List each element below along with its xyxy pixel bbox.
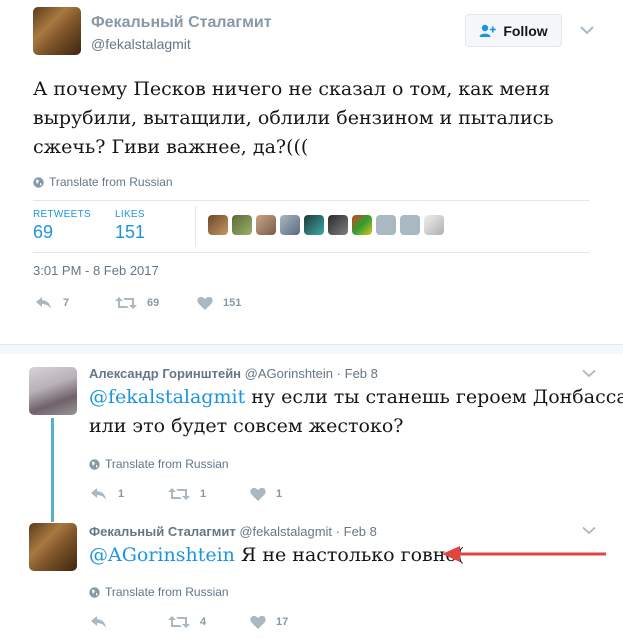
tweet-text-line: А почему Песков ничего не сказал о том, … bbox=[33, 78, 551, 100]
heart-icon bbox=[250, 615, 266, 629]
translate-link[interactable]: Translate from Russian bbox=[89, 457, 229, 471]
author-avatar[interactable] bbox=[33, 7, 81, 55]
likes-count[interactable]: 151 bbox=[115, 222, 145, 243]
reply-avatar[interactable] bbox=[29, 367, 77, 415]
chevron-down-icon[interactable] bbox=[582, 369, 596, 378]
reply-action[interactable]: 1 bbox=[90, 487, 124, 501]
heart-icon bbox=[250, 487, 266, 501]
tweet-text-line: вырубили, вытащили, облили бензином и пы… bbox=[33, 107, 554, 129]
liker-avatar[interactable] bbox=[424, 215, 444, 235]
retweet-icon bbox=[115, 297, 137, 309]
liker-avatar[interactable] bbox=[352, 215, 372, 235]
liker-avatar[interactable] bbox=[304, 215, 324, 235]
translate-link[interactable]: Translate from Russian bbox=[33, 175, 173, 189]
retweet-count: 4 bbox=[200, 616, 207, 628]
divider bbox=[33, 200, 590, 201]
globe-icon bbox=[33, 176, 44, 188]
reply-author-handle[interactable]: @fekalstalagmit bbox=[239, 524, 332, 539]
likers-row bbox=[208, 215, 444, 235]
thread-line bbox=[51, 418, 54, 522]
retweets-label[interactable]: RETWEETS bbox=[33, 209, 91, 220]
reply-date[interactable]: Feb 8 bbox=[344, 524, 377, 539]
author-name[interactable]: Фекальный Сталагмит bbox=[91, 14, 272, 32]
retweet-count: 1 bbox=[200, 488, 207, 500]
author-handle[interactable]: @fekalstalagmit bbox=[91, 36, 191, 52]
reply-count: 1 bbox=[118, 488, 125, 500]
reply-mention[interactable]: @AGorinshtein bbox=[89, 544, 235, 566]
like-count: 151 bbox=[223, 297, 242, 309]
globe-icon bbox=[89, 458, 100, 470]
liker-avatar[interactable] bbox=[208, 215, 228, 235]
reply-action[interactable] bbox=[90, 615, 118, 629]
retweets-count[interactable]: 69 bbox=[33, 222, 53, 243]
liker-avatar[interactable] bbox=[376, 215, 396, 235]
reply-avatar[interactable] bbox=[29, 523, 77, 571]
retweet-icon bbox=[168, 616, 190, 628]
like-action[interactable]: 151 bbox=[197, 296, 241, 310]
like-count: 17 bbox=[276, 616, 289, 628]
tweet-text: А почему Песков ничего не сказал о том, … bbox=[33, 75, 613, 162]
chevron-down-icon[interactable] bbox=[580, 25, 594, 35]
like-count: 1 bbox=[276, 488, 283, 500]
reply-header: Фекальный Сталагмит @fekalstalagmit · Fe… bbox=[89, 524, 377, 539]
reply-header: Александр Горинштейн @AGorinshtein · Feb… bbox=[89, 366, 378, 381]
reply-dot: · bbox=[336, 366, 341, 381]
reply-action[interactable]: 7 bbox=[35, 296, 69, 310]
retweet-action[interactable]: 4 bbox=[168, 615, 206, 629]
stats-divider bbox=[195, 206, 196, 246]
reply-count: 7 bbox=[63, 297, 70, 309]
retweet-count: 69 bbox=[147, 297, 160, 309]
translate-link[interactable]: Translate from Russian bbox=[89, 585, 229, 599]
like-action[interactable]: 1 bbox=[250, 487, 282, 501]
divider bbox=[33, 252, 590, 253]
heart-icon bbox=[197, 296, 213, 310]
reply-text: @fekalstalagmit ну если ты станешь герое… bbox=[89, 383, 623, 441]
retweet-icon bbox=[168, 488, 190, 500]
tweet-timestamp[interactable]: 3:01 PM - 8 Feb 2017 bbox=[33, 263, 159, 278]
reply-icon bbox=[91, 488, 106, 500]
reply-dot: · bbox=[335, 524, 341, 539]
liker-avatar[interactable] bbox=[232, 215, 252, 235]
follow-label: Follow bbox=[503, 22, 548, 39]
retweet-action[interactable]: 1 bbox=[168, 487, 206, 501]
translate-label: Translate from Russian bbox=[105, 457, 229, 471]
tweet-text-line: сжечь? Гиви важнее, да?((( bbox=[33, 136, 309, 158]
translate-label: Translate from Russian bbox=[49, 175, 173, 189]
reply-author-handle[interactable]: @AGorinshtein bbox=[245, 366, 333, 381]
reply-author-name[interactable]: Александр Горинштейн bbox=[89, 366, 241, 381]
globe-icon bbox=[89, 586, 100, 598]
reply-date[interactable]: Feb 8 bbox=[345, 366, 378, 381]
reply-text: @AGorinshtein Я не настолько говно( bbox=[89, 541, 464, 570]
reply-icon bbox=[36, 297, 51, 309]
liker-avatar[interactable] bbox=[328, 215, 348, 235]
reply-text-line: или это будет совсем жестоко? bbox=[89, 415, 404, 437]
translate-label: Translate from Russian bbox=[105, 585, 229, 599]
reply-author-name[interactable]: Фекальный Сталагмит bbox=[89, 524, 236, 539]
follow-button[interactable]: Follow bbox=[465, 14, 562, 47]
chevron-down-icon[interactable] bbox=[582, 526, 596, 535]
red-arrow-annotation bbox=[442, 546, 606, 562]
liker-avatar[interactable] bbox=[280, 215, 300, 235]
liker-avatar[interactable] bbox=[256, 215, 276, 235]
reply-mention[interactable]: @fekalstalagmit bbox=[89, 386, 245, 408]
follow-person-icon bbox=[479, 24, 497, 37]
reply-text-line: ну если ты станешь героем Донбасса. bbox=[245, 386, 623, 408]
reply-icon bbox=[91, 616, 106, 628]
liker-avatar[interactable] bbox=[400, 215, 420, 235]
replies-separator bbox=[0, 344, 623, 354]
likes-label[interactable]: LIKES bbox=[115, 209, 145, 220]
retweet-action[interactable]: 69 bbox=[115, 296, 159, 310]
reply-text-line: Я не настолько говно( bbox=[234, 544, 465, 566]
like-action[interactable]: 17 bbox=[250, 615, 288, 629]
